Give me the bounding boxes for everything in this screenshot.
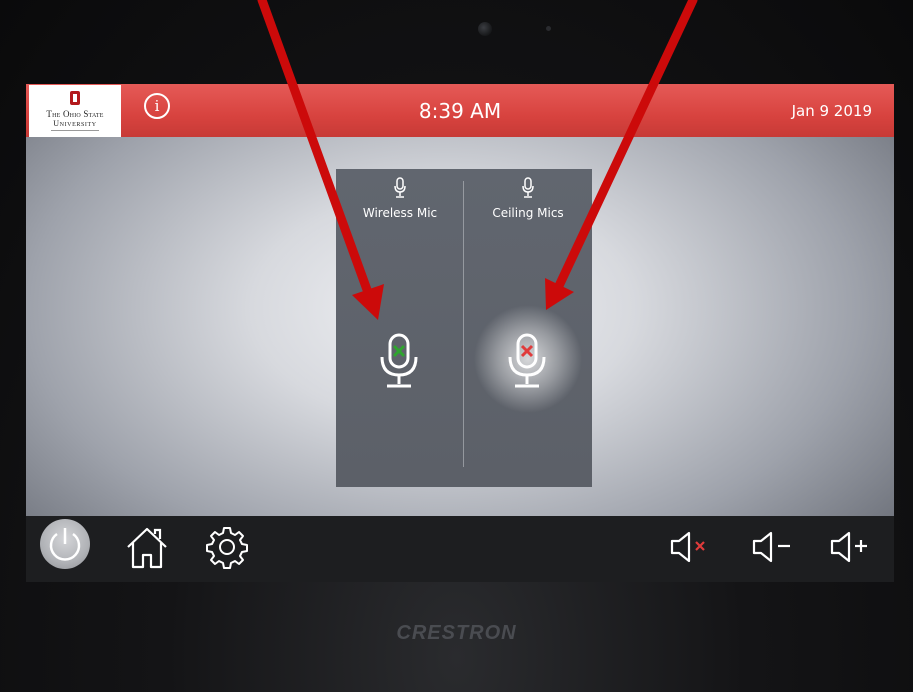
status-x-icon bbox=[392, 344, 406, 358]
ceiling-mics-toggle[interactable] bbox=[502, 331, 552, 391]
wireless-mic-label: Wireless Mic bbox=[362, 206, 438, 220]
wireless-mic-toggle[interactable] bbox=[374, 331, 424, 391]
power-button[interactable] bbox=[40, 519, 90, 569]
power-icon bbox=[49, 528, 81, 561]
light-sensor bbox=[546, 26, 551, 31]
bottom-toolbar bbox=[26, 516, 894, 582]
gear-icon bbox=[206, 527, 248, 569]
touch-screen: The Ohio State University i 8:39 AM Jan … bbox=[26, 84, 894, 582]
status-x-icon bbox=[520, 344, 534, 358]
crestron-brand: CRESTRON bbox=[396, 622, 517, 644]
volume-down-icon bbox=[752, 531, 790, 563]
mute-button[interactable] bbox=[664, 522, 724, 572]
microphone-panel: Wireless Mic Ceiling Mics bbox=[336, 169, 592, 487]
microphone-icon bbox=[394, 177, 406, 198]
home-button[interactable] bbox=[122, 522, 172, 572]
microphone-icon bbox=[522, 177, 534, 198]
volume-mute-icon bbox=[670, 531, 705, 563]
settings-button[interactable] bbox=[202, 522, 252, 572]
volume-up-button[interactable] bbox=[826, 522, 886, 572]
wireless-mic-column: Wireless Mic bbox=[336, 169, 464, 487]
volume-down-button[interactable] bbox=[748, 522, 808, 572]
logo-divider bbox=[51, 130, 99, 131]
header-bar: The Ohio State University i 8:39 AM Jan … bbox=[26, 84, 894, 137]
volume-up-icon bbox=[830, 531, 867, 563]
date: Jan 9 2019 bbox=[791, 102, 872, 120]
camera-lens bbox=[478, 22, 492, 36]
home-icon bbox=[127, 527, 167, 569]
ceiling-mics-label: Ceiling Mics bbox=[492, 206, 564, 220]
clock: 8:39 AM bbox=[418, 99, 502, 123]
ceiling-mics-column: Ceiling Mics bbox=[464, 169, 592, 487]
